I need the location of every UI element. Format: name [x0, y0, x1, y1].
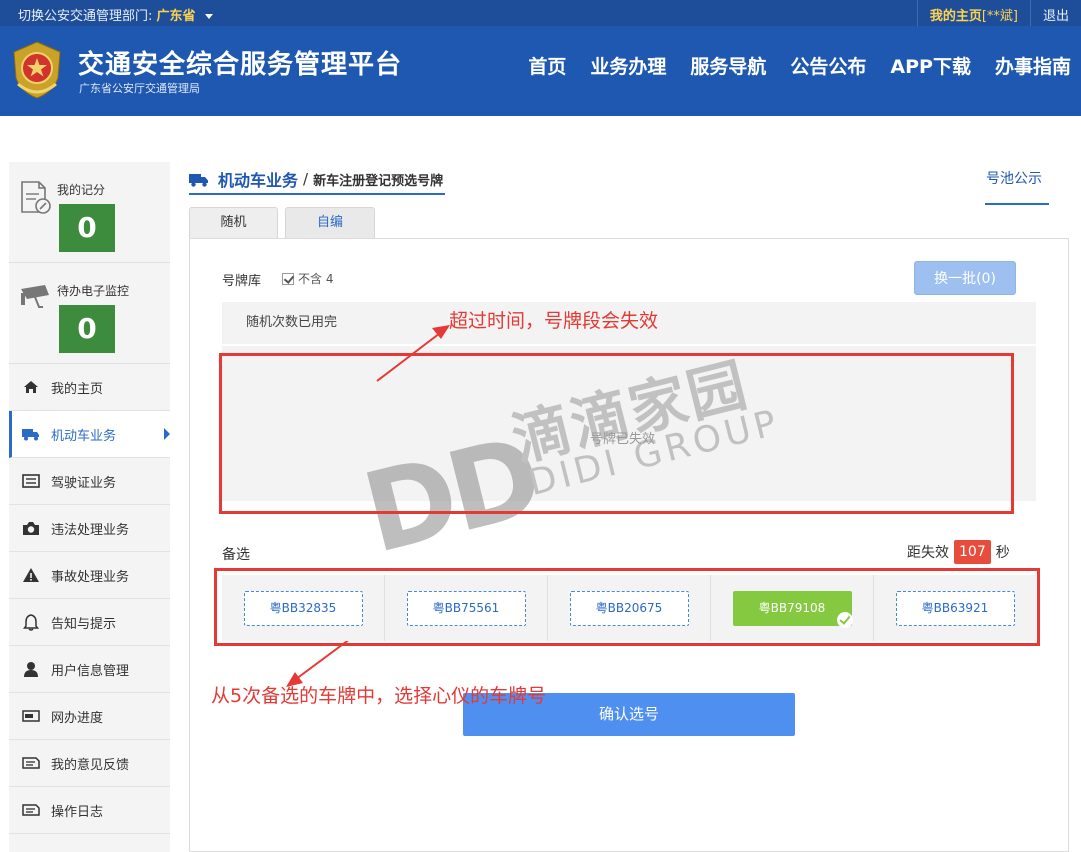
expire-countdown: 距失效 107 秒	[907, 540, 1010, 564]
annotation-text-expire: 超过时间，号牌段会失效	[449, 310, 659, 332]
annotation-arrow-top	[376, 325, 450, 382]
annotation-text-choose: 从5次备选的车牌中，选择心仪的车牌号	[211, 685, 547, 707]
expire-prefix: 距失效	[907, 545, 949, 561]
annotation-box-backup-plates	[214, 568, 1040, 646]
backup-label: 备选	[222, 547, 250, 563]
expire-suffix: 秒	[995, 545, 1010, 561]
countdown-seconds: 107	[954, 540, 991, 564]
